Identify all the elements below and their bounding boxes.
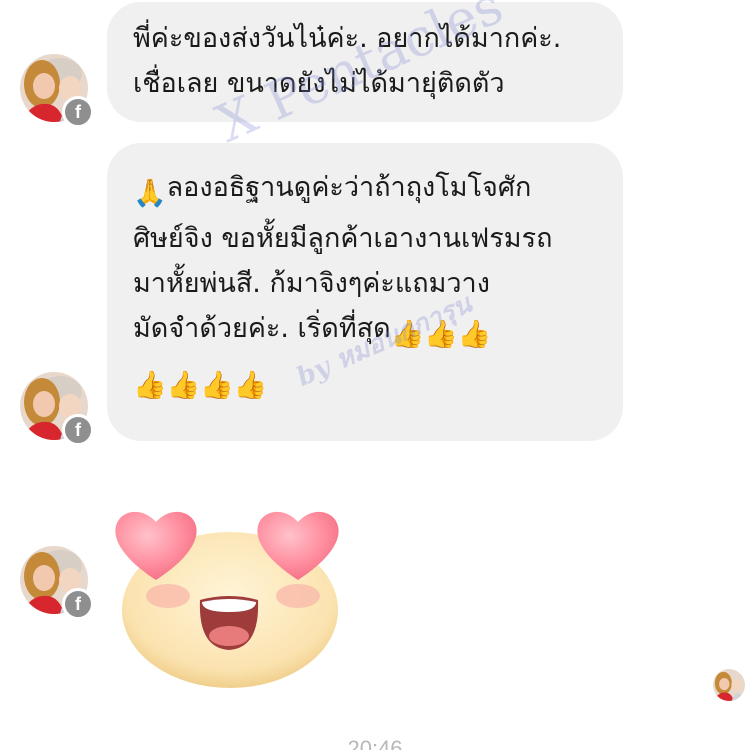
facebook-icon: f [62, 414, 94, 446]
sender-avatar[interactable]: f [20, 372, 94, 446]
message-line: ศิษย์จิง ขอหั้ยมีลูกค้าเอางานเฟรมรถ [133, 223, 553, 254]
message-text: ลองอธิฐานดูค่ะว่าถ้าถุงโมโจศัก [166, 172, 532, 203]
message-line: 👍👍👍👍 [133, 357, 597, 408]
facebook-icon: f [62, 588, 94, 620]
thumbs-up-icon: 👍👍👍 [390, 319, 492, 350]
message-bubble-2[interactable]: 🙏ลองอธิฐานดูค่ะว่าถ้าถุงโมโจศัก ศิษย์จิง… [107, 143, 623, 441]
message-line: พี่ค่ะของส่งวันไน๋ค่ะ. อยากได้มากค่ะ. [133, 23, 562, 54]
message-line: เชื่อเลย ขนาดยังไม่ได้มายุ่ติดตัว [133, 68, 505, 99]
sender-avatar[interactable]: f [20, 54, 94, 128]
read-receipt-avatar [713, 669, 745, 701]
facebook-icon: f [62, 96, 94, 128]
sender-avatar[interactable]: f [20, 546, 94, 620]
heart-eyes-emoji-icon [115, 511, 339, 688]
message-bubble-1[interactable]: พี่ค่ะของส่งวันไน๋ค่ะ. อยากได้มากค่ะ. เช… [107, 2, 623, 122]
message-text: มัดจำด้วยค่ะ. เริ่ดที่สุด [133, 313, 391, 344]
chat-screen: พี่ค่ะของส่งวันไน๋ค่ะ. อยากได้มากค่ะ. เช… [0, 0, 750, 750]
message-line: มัดจำด้วยค่ะ. เริ่ดที่สุด👍👍👍 [133, 306, 597, 357]
folded-hands-icon: 🙏 [133, 178, 167, 209]
message-timestamp: 20:46 [347, 736, 403, 750]
thumbs-up-icon: 👍👍👍👍 [133, 370, 268, 401]
message-line: 🙏ลองอธิฐานดูค่ะว่าถ้าถุงโมโจศัก [133, 165, 597, 216]
message-line: มาหั้ยพ่นสี. ก้มาจิงๆค่ะแถมวาง [133, 268, 490, 299]
heart-eyes-sticker[interactable] [108, 488, 348, 688]
